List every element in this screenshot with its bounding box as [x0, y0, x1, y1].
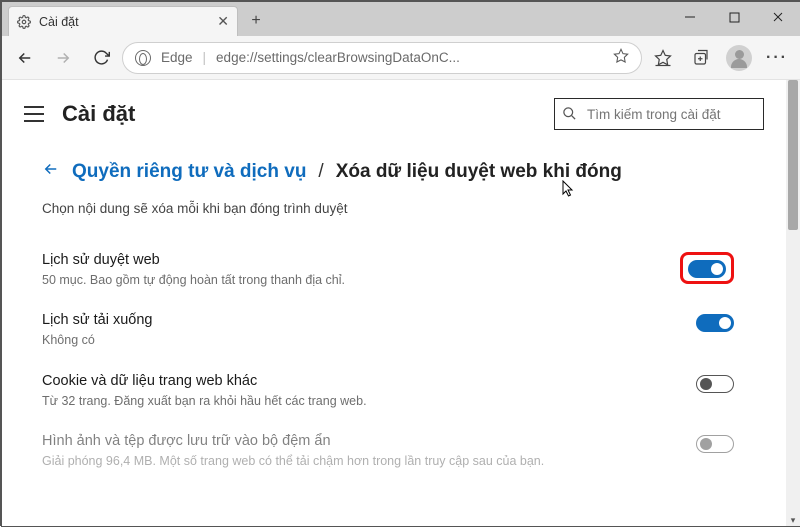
address-url: edge://settings/clearBrowsingDataOnC...	[216, 50, 460, 65]
breadcrumb: Quyền riêng tư và dịch vụ / Xóa dữ liệu …	[42, 160, 746, 183]
breadcrumb-back-icon[interactable]	[42, 160, 60, 183]
toggle-knob	[700, 438, 712, 450]
toggle-knob	[719, 317, 731, 329]
refresh-button[interactable]	[84, 41, 118, 75]
option-toggle[interactable]	[696, 435, 734, 453]
vertical-scrollbar[interactable]: ▾	[786, 80, 800, 526]
option-description: Giải phóng 96,4 MB. Một số trang web có …	[42, 453, 544, 469]
settings-page: Cài đặt Quyền riêng tư và dịch vụ / Xóa …	[2, 80, 786, 526]
toggle-knob	[711, 263, 723, 275]
address-separator: |	[203, 50, 207, 65]
option-row: Lịch sử duyệt web 50 mục. Bao gồm tự động…	[42, 240, 746, 300]
edge-icon	[135, 50, 151, 66]
more-menu-button[interactable]: ···	[760, 41, 794, 75]
avatar-icon	[726, 45, 752, 71]
option-title: Hình ảnh và tệp được lưu trữ vào bộ đệm …	[42, 433, 544, 449]
tab-title: Cài đặt	[39, 15, 79, 29]
toggle-knob	[700, 378, 712, 390]
option-row: Cookie và dữ liệu trang web khác Từ 32 tr…	[42, 361, 746, 421]
address-bar[interactable]: Edge | edge://settings/clearBrowsingData…	[122, 42, 642, 74]
option-title: Lịch sử duyệt web	[42, 252, 345, 268]
menu-toggle-button[interactable]	[24, 106, 44, 122]
option-title: Cookie và dữ liệu trang web khác	[42, 373, 367, 389]
favorite-star-icon[interactable]	[613, 48, 629, 67]
maximize-button[interactable]	[712, 2, 756, 32]
mouse-cursor-icon	[562, 180, 576, 198]
collections-button[interactable]	[684, 41, 718, 75]
scroll-down-arrow-icon[interactable]: ▾	[788, 514, 798, 526]
browser-toolbar: Edge | edge://settings/clearBrowsingData…	[2, 36, 800, 80]
tab-bar: Cài đặt ✕ +	[2, 2, 800, 36]
option-row: Hình ảnh và tệp được lưu trữ vào bộ đệm …	[42, 421, 746, 481]
gear-icon	[17, 15, 31, 29]
forward-button[interactable]	[46, 41, 80, 75]
option-title: Lịch sử tải xuống	[42, 312, 152, 328]
search-icon	[562, 106, 577, 121]
breadcrumb-separator: /	[318, 161, 323, 183]
option-row: Lịch sử tải xuống Không có	[42, 300, 746, 360]
address-label: Edge	[161, 50, 193, 65]
favorites-button[interactable]	[646, 41, 680, 75]
close-tab-icon[interactable]: ✕	[217, 13, 229, 30]
page-title: Cài đặt	[62, 101, 135, 127]
option-description: Không có	[42, 332, 152, 348]
option-description: 50 mục. Bao gồm tự động hoàn tất trong t…	[42, 272, 345, 288]
breadcrumb-current: Xóa dữ liệu duyệt web khi đóng	[336, 161, 622, 183]
option-toggle[interactable]	[688, 260, 726, 278]
option-description: Từ 32 trang. Đăng xuất bạn ra khỏi hầu h…	[42, 393, 367, 409]
minimize-button[interactable]	[668, 2, 712, 32]
browser-tab-settings[interactable]: Cài đặt ✕	[8, 6, 238, 36]
scroll-thumb[interactable]	[788, 80, 798, 230]
back-button[interactable]	[8, 41, 42, 75]
option-toggle[interactable]	[696, 314, 734, 332]
dots-icon: ···	[766, 49, 788, 67]
new-tab-button[interactable]: +	[242, 7, 270, 35]
profile-button[interactable]	[722, 41, 756, 75]
highlight-box	[680, 252, 734, 284]
section-hint: Chọn nội dung sẽ xóa mỗi khi bạn đóng tr…	[42, 201, 746, 216]
close-window-button[interactable]	[756, 2, 800, 32]
breadcrumb-parent-link[interactable]: Quyền riêng tư và dịch vụ	[72, 161, 306, 183]
option-toggle[interactable]	[696, 375, 734, 393]
settings-search-input[interactable]	[554, 98, 764, 130]
